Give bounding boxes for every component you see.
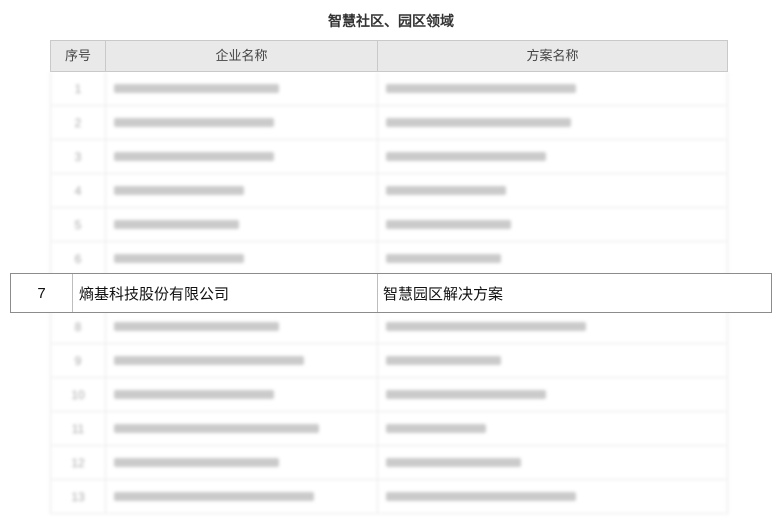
blurred-text xyxy=(114,84,279,93)
blurred-text xyxy=(114,152,274,161)
row-number: 3 xyxy=(51,140,106,173)
row-number: 1 xyxy=(51,72,106,105)
row-number: 11 xyxy=(51,412,106,445)
blurred-text xyxy=(386,220,511,229)
table-row: 2 xyxy=(50,106,728,140)
blurred-text xyxy=(114,322,279,331)
row-number: 13 xyxy=(51,480,106,513)
blurred-text xyxy=(386,424,486,433)
blurred-text xyxy=(386,254,501,263)
blurred-text xyxy=(114,186,244,195)
blurred-text xyxy=(386,118,571,127)
blurred-text xyxy=(386,322,586,331)
blurred-text xyxy=(386,458,521,467)
header-no: 序号 xyxy=(51,41,106,71)
table-row: 4 xyxy=(50,174,728,208)
table-row: 11 xyxy=(50,412,728,446)
blurred-text xyxy=(114,390,274,399)
blurred-text xyxy=(114,492,314,501)
blurred-text xyxy=(386,186,506,195)
blurred-text xyxy=(114,118,274,127)
blurred-text xyxy=(386,390,546,399)
table-row: 5 xyxy=(50,208,728,242)
blurred-text xyxy=(114,254,244,263)
highlight-row-number: 7 xyxy=(11,274,73,312)
table-row: 8 xyxy=(50,310,728,344)
blurred-text xyxy=(114,458,279,467)
header-company: 企业名称 xyxy=(106,41,378,71)
blurred-text xyxy=(386,356,501,365)
row-number: 12 xyxy=(51,446,106,479)
table-row: 10 xyxy=(50,378,728,412)
blurred-text xyxy=(386,492,576,501)
row-number: 10 xyxy=(51,378,106,411)
row-number: 8 xyxy=(51,310,106,343)
blurred-text xyxy=(386,84,576,93)
blurred-text xyxy=(114,424,319,433)
blurred-text xyxy=(114,220,239,229)
table-title: 智慧社区、园区领域 xyxy=(328,13,454,29)
blurred-text xyxy=(114,356,304,365)
highlight-solution-name: 智慧园区解决方案 xyxy=(383,285,504,303)
row-number: 2 xyxy=(51,106,106,139)
blurred-text xyxy=(386,152,546,161)
table-row: 3 xyxy=(50,140,728,174)
highlight-company-name: 熵基科技股份有限公司 xyxy=(73,274,378,312)
header-solution: 方案名称 xyxy=(526,48,579,63)
row-number: 5 xyxy=(51,208,106,241)
row-number: 6 xyxy=(51,242,106,275)
highlighted-row: 7 熵基科技股份有限公司 智慧园区解决方案 xyxy=(10,273,772,313)
row-number: 9 xyxy=(51,344,106,377)
table-row: 6 xyxy=(50,242,728,276)
table-row: 13 xyxy=(50,480,728,514)
row-number: 4 xyxy=(51,174,106,207)
table-row: 12 xyxy=(50,446,728,480)
table-header: 序号 企业名称 方案名称 xyxy=(50,40,728,72)
table-row: 1 xyxy=(50,72,728,106)
document-page: 智慧社区、园区领域 序号 企业名称 方案名称 1 2 3 4 5 6 8 9 1… xyxy=(0,0,782,522)
table-row: 9 xyxy=(50,344,728,378)
